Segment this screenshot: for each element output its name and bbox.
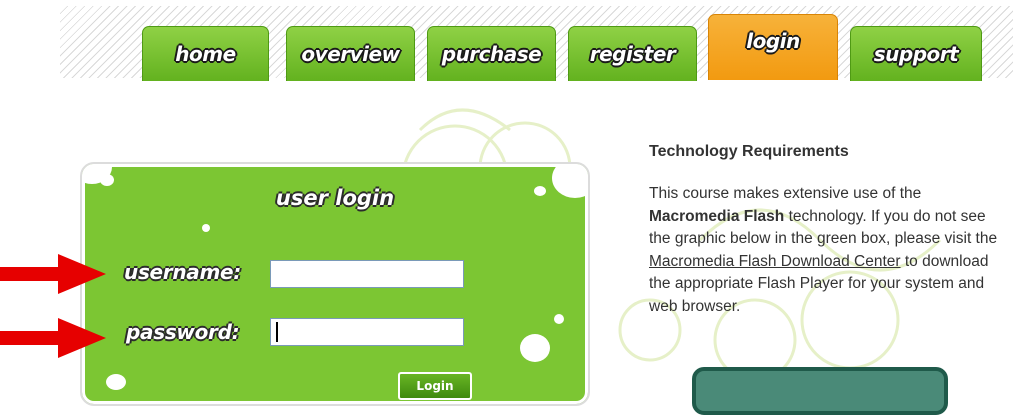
paint-splat (554, 314, 564, 324)
tab-register[interactable]: register (568, 26, 697, 81)
login-title: user login (275, 186, 395, 210)
login-panel: user login username: password: Login (80, 162, 590, 406)
tab-home[interactable]: home (142, 26, 269, 81)
paint-splat (100, 174, 114, 186)
red-arrow-icon (0, 254, 106, 294)
text-caret (276, 322, 278, 342)
paint-splat (106, 374, 126, 390)
main-navigation: home overview purchase register login su… (0, 0, 1013, 90)
password-input[interactable] (270, 318, 464, 346)
flash-graphic-box (692, 367, 948, 415)
paint-splat (520, 334, 550, 362)
requirements-heading: Technology Requirements (649, 143, 849, 160)
red-arrow-icon (0, 318, 106, 358)
tab-purchase[interactable]: purchase (427, 26, 556, 81)
tab-login[interactable]: login (708, 14, 838, 80)
flash-download-link[interactable]: Macromedia Flash Download Center (649, 253, 901, 270)
req-text-flash: Macromedia Flash (649, 207, 785, 225)
password-label: password: (126, 320, 240, 344)
username-label: username: (124, 260, 242, 284)
requirements-paragraph: This course makes extensive use of the M… (649, 183, 1004, 319)
tab-support[interactable]: support (850, 26, 982, 81)
req-text-intro: This course makes extensive use of the (649, 185, 922, 202)
login-button[interactable]: Login (398, 372, 472, 400)
paint-splat (202, 224, 210, 232)
tab-overview[interactable]: overview (286, 26, 415, 81)
username-input[interactable] (270, 260, 464, 288)
